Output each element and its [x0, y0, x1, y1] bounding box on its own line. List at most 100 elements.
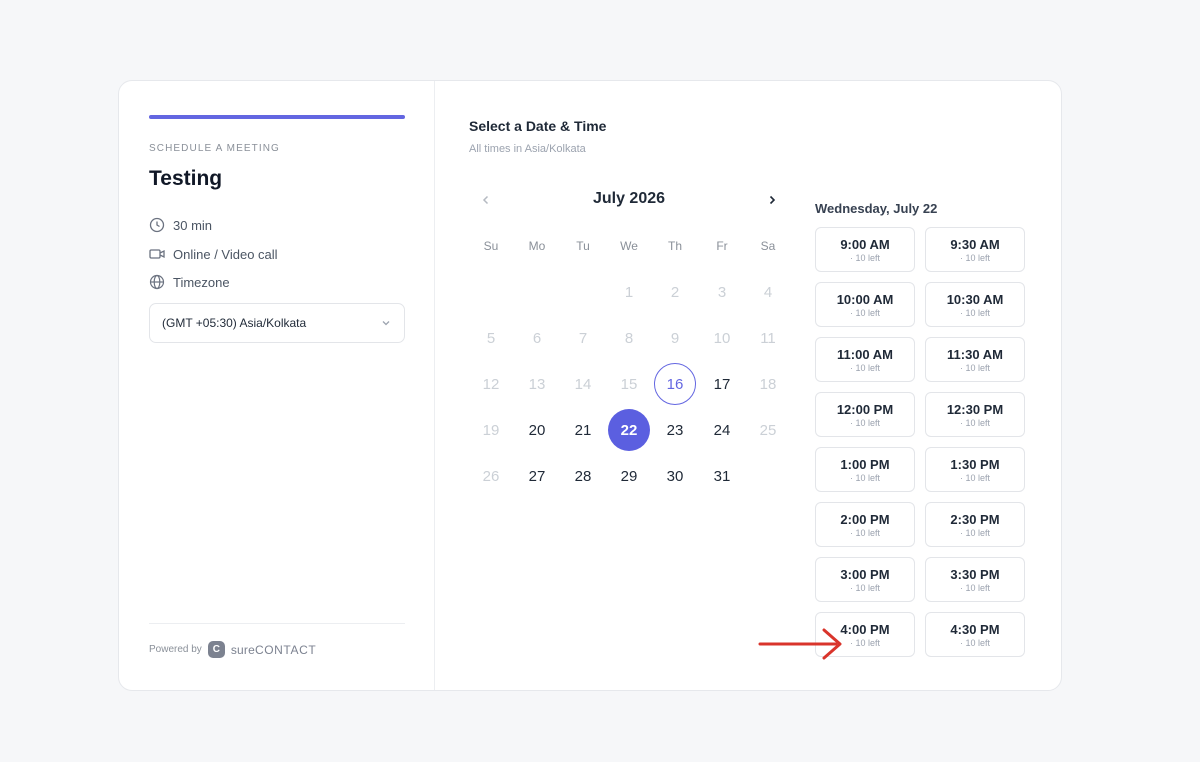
slot-time: 9:30 AM [950, 236, 1000, 252]
weekday-label: Sa [760, 239, 776, 253]
time-slot[interactable]: 1:30 PM · 10 left [925, 447, 1025, 492]
time-slot[interactable]: 11:00 AM · 10 left [815, 337, 915, 382]
calendar-day-31[interactable]: 31 [701, 455, 743, 497]
calendar-day-28[interactable]: 28 [562, 455, 604, 497]
calendar-day-30[interactable]: 30 [654, 455, 696, 497]
time-slot[interactable]: 9:30 AM · 10 left [925, 227, 1025, 272]
weekday-label: Mo [528, 239, 546, 253]
slot-availability: · 10 left [849, 307, 880, 318]
time-slot[interactable]: 1:00 PM · 10 left [815, 447, 915, 492]
annotation-arrow-icon [758, 628, 842, 660]
calendar-day-16[interactable]: 16 [654, 363, 696, 405]
calendar-day-5: 5 [486, 329, 496, 347]
calendar-day-26: 26 [482, 467, 500, 485]
month-label: July 2026 [592, 190, 666, 207]
slot-time: 3:00 PM [840, 566, 890, 582]
brand-name[interactable]: sureCONTACT [231, 643, 316, 657]
surecontact-logo-icon: C [207, 641, 225, 658]
timezone-value: (GMT +05:30) Asia/Kolkata [162, 316, 307, 330]
calendar-day-12: 12 [482, 375, 500, 393]
slot-time: 10:00 AM [836, 291, 894, 307]
location-row: Online / Video call [149, 246, 278, 262]
powered-by: Powered by C sureCONTACT [149, 641, 316, 658]
brand-suffix: CONTACT [254, 642, 317, 657]
slot-time: 3:30 PM [950, 566, 1000, 582]
calendar-day-27[interactable]: 27 [516, 455, 558, 497]
slot-availability: · 10 left [959, 527, 990, 538]
calendar-day-15: 15 [620, 375, 638, 393]
calendar-day-22[interactable]: 22 [608, 409, 650, 451]
calendar-day-7: 7 [578, 329, 588, 347]
calendar-day-11: 11 [760, 329, 776, 347]
time-slot[interactable]: 4:30 PM · 10 left [925, 612, 1025, 657]
time-slot[interactable]: 10:30 AM · 10 left [925, 282, 1025, 327]
brand-prefix: sure [230, 642, 255, 657]
slot-time: 4:00 PM [840, 621, 890, 637]
meeting-title: Testing [149, 167, 223, 190]
calendar-day-14: 14 [574, 375, 592, 393]
slot-availability: · 10 left [849, 252, 880, 263]
slot-availability: · 10 left [849, 582, 880, 593]
next-month-button[interactable] [761, 189, 783, 211]
slot-time: 12:00 PM [836, 401, 894, 417]
slot-availability: · 10 left [959, 307, 990, 318]
slot-availability: · 10 left [959, 582, 990, 593]
time-slot[interactable]: 12:00 PM · 10 left [815, 392, 915, 437]
chevron-down-icon [382, 321, 390, 326]
powered-by-text: Powered by [149, 644, 202, 655]
calendar-day-25: 25 [759, 421, 777, 439]
time-slot[interactable]: 2:30 PM · 10 left [925, 502, 1025, 547]
slot-availability: · 10 left [849, 527, 880, 538]
calendar-day-1: 1 [624, 283, 634, 301]
section-subtitle: All times in Asia/Kolkata [469, 143, 586, 155]
time-slot[interactable]: 3:00 PM · 10 left [815, 557, 915, 602]
time-slot[interactable]: 10:00 AM · 10 left [815, 282, 915, 327]
calendar-day-9: 9 [670, 329, 680, 347]
duration-row: 30 min [149, 217, 212, 233]
chevron-right-icon [769, 195, 776, 205]
timezone-label: Timezone [173, 274, 230, 290]
slot-time: 11:00 AM [837, 346, 893, 362]
calendar-day-6: 6 [532, 329, 542, 347]
slot-availability: · 10 left [959, 252, 990, 263]
calendar-header: July 2026 [469, 185, 789, 215]
calendar-day-4: 4 [763, 283, 773, 301]
timezone-row: Timezone [149, 274, 230, 290]
timezone-select[interactable]: (GMT +05:30) Asia/Kolkata [149, 303, 405, 343]
slot-time: 4:30 PM [950, 621, 1000, 637]
clock-icon [149, 217, 165, 233]
weekday-label: Th [667, 239, 682, 253]
calendar-day-21[interactable]: 21 [562, 409, 604, 451]
time-slot[interactable]: 3:30 PM · 10 left [925, 557, 1025, 602]
time-slot[interactable]: 2:00 PM · 10 left [815, 502, 915, 547]
time-slot[interactable]: 11:30 AM · 10 left [925, 337, 1025, 382]
selected-date-label: Wednesday, July 22 [815, 201, 938, 216]
slot-time: 9:00 AM [840, 236, 890, 252]
slot-availability: · 10 left [959, 417, 990, 428]
slot-time: 12:30 PM [946, 401, 1004, 417]
slot-time: 2:30 PM [950, 511, 1000, 527]
video-icon [149, 249, 165, 259]
calendar-day-29[interactable]: 29 [608, 455, 650, 497]
accent-bar [149, 115, 405, 119]
weekday-label: Tu [576, 239, 590, 253]
calendar-day-20[interactable]: 20 [516, 409, 558, 451]
meeting-info-panel: SCHEDULE A MEETING Testing 30 min Online… [119, 81, 435, 690]
footer-divider [149, 623, 405, 624]
slot-time: 1:30 PM [950, 456, 1000, 472]
calendar-day-2: 2 [670, 283, 680, 301]
time-slot[interactable]: 9:00 AM · 10 left [815, 227, 915, 272]
weekday-label: Su [483, 239, 499, 253]
location-text: Online / Video call [173, 246, 278, 262]
slot-availability: · 10 left [849, 637, 880, 648]
time-slot[interactable]: 12:30 PM · 10 left [925, 392, 1025, 437]
eyebrow-label: SCHEDULE A MEETING [149, 143, 280, 154]
slot-time: 2:00 PM [840, 511, 890, 527]
duration-text: 30 min [173, 217, 213, 233]
booking-card: SCHEDULE A MEETING Testing 30 min Online… [118, 80, 1062, 691]
calendar-day-17[interactable]: 17 [701, 363, 743, 405]
calendar-day-23[interactable]: 23 [654, 409, 696, 451]
calendar-day-24[interactable]: 24 [701, 409, 743, 451]
calendar-day-18: 18 [759, 375, 777, 393]
globe-icon [149, 274, 165, 290]
